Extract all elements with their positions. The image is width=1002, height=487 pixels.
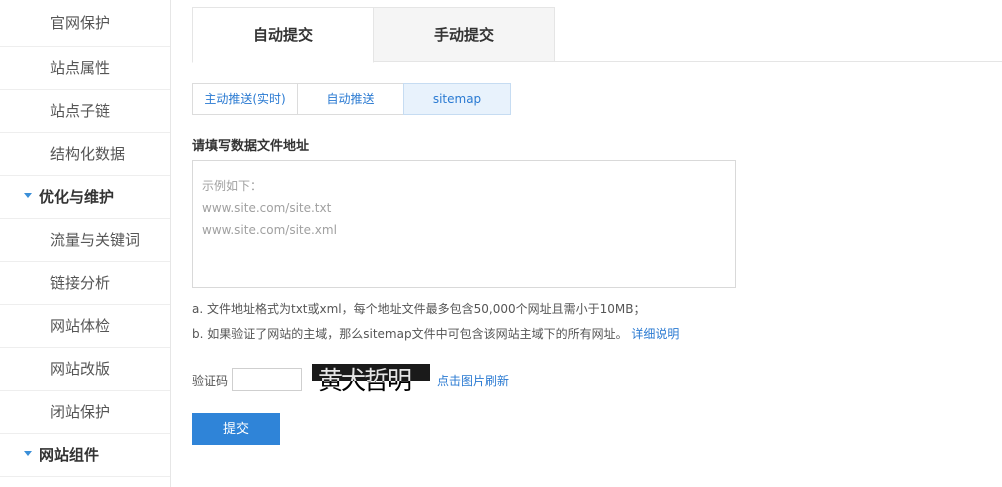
captcha-image-text: 黄犬哲明 [318,366,412,395]
placeholder-line: 示例如下： [202,179,263,193]
sidebar-item-site-closure[interactable]: 闭站保护 [0,391,170,434]
tab-manual-submit[interactable]: 手动提交 [373,7,555,62]
triangle-down-icon [24,193,32,198]
sidebar-item-structured-data[interactable]: 结构化数据 [0,133,170,176]
details-link[interactable]: 详细说明 [631,327,679,341]
sidebar-item-brand-protection[interactable]: 官网保护 [0,0,170,47]
sidebar: 官网保护 站点属性 站点子链 结构化数据 优化与维护 流量与关键词 链接分析 网… [0,0,171,487]
sidebar-item-site-attributes[interactable]: 站点属性 [0,47,170,90]
sitemap-url-textarea[interactable]: 示例如下： www.site.com/site.txt www.site.com… [192,160,736,288]
sidebar-group-components[interactable]: 网站组件 [0,434,170,477]
sidebar-group-optimization[interactable]: 优化与维护 [0,176,170,219]
captcha-input[interactable] [232,368,302,391]
sidebar-item-traffic-keywords[interactable]: 流量与关键词 [0,219,170,262]
triangle-down-icon [24,451,32,456]
sidebar-item-site-checkup[interactable]: 网站体检 [0,305,170,348]
sidebar-item-site-revision[interactable]: 网站改版 [0,348,170,391]
submit-button[interactable]: 提交 [192,413,280,445]
tab-sitemap[interactable]: sitemap [403,83,511,115]
note-main-domain-text: b. 如果验证了网站的主域，那么sitemap文件中可包含该网站主域下的所有网址… [192,327,628,341]
sidebar-group-label: 网站组件 [39,446,100,464]
captcha-label: 验证码 [192,374,229,388]
tab-auto-push[interactable]: 自动推送 [297,83,404,115]
captcha-image[interactable]: 黄犬哲明 [312,364,430,397]
note-format: a. 文件地址格式为txt或xml，每个地址文件最多包含50,000个网址且需小… [192,302,646,316]
placeholder-line: www.site.com/site.xml [202,223,337,237]
note-main-domain: b. 如果验证了网站的主域，那么sitemap文件中可包含该网站主域下的所有网址… [192,325,679,342]
tab-active-push[interactable]: 主动推送(实时) [192,83,298,115]
sidebar-item-link-analysis[interactable]: 链接分析 [0,262,170,305]
tab-auto-submit[interactable]: 自动提交 [192,7,374,63]
captcha-refresh-link[interactable]: 点击图片刷新 [437,372,509,389]
placeholder-line: www.site.com/site.txt [202,201,332,215]
sidebar-group-label: 优化与维护 [39,188,115,206]
sidebar-item-sitelinks[interactable]: 站点子链 [0,90,170,133]
captcha-row: 验证码 黄犬哲明 点击图片刷新 [192,364,592,397]
field-title: 请填写数据文件地址 [192,139,310,154]
submit-mode-tabs: 自动提交 手动提交 [192,7,1002,63]
